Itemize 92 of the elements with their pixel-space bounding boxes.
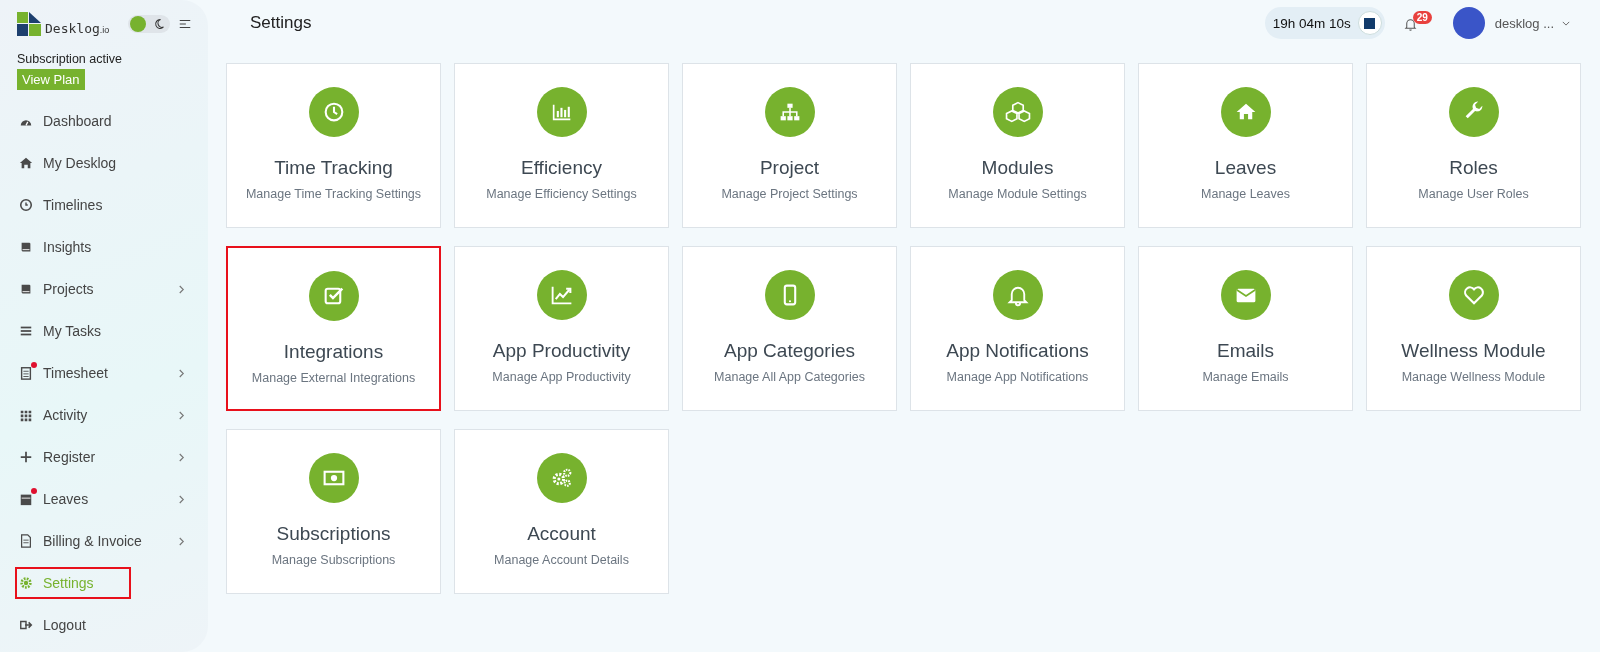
card-subtitle: Manage Wellness Module xyxy=(1401,370,1546,384)
logo-icon xyxy=(17,12,41,36)
settings-card[interactable]: Time Tracking Manage Time Tracking Settings xyxy=(226,63,441,228)
grid-icon xyxy=(19,408,33,422)
sheet-icon xyxy=(19,366,33,380)
nav-item[interactable]: Leaves xyxy=(17,485,189,513)
bar-chart-icon xyxy=(536,87,587,137)
settings-card[interactable]: Subscriptions Manage Subscriptions xyxy=(226,429,441,594)
phone-icon xyxy=(764,270,815,320)
user-name[interactable]: desklog ... xyxy=(1494,15,1554,31)
wrench-icon xyxy=(1448,87,1499,137)
nav-item[interactable]: Projects xyxy=(17,275,189,303)
notification-count: 29 xyxy=(1412,11,1432,24)
settings-card[interactable]: Wellness Module Manage Wellness Module xyxy=(1366,246,1581,411)
caret-icon[interactable] xyxy=(1562,20,1570,26)
theme-toggle[interactable] xyxy=(128,15,171,33)
settings-card[interactable]: Integrations Manage External Integrations xyxy=(226,246,441,411)
banknote-icon xyxy=(308,453,359,503)
list-icon xyxy=(19,324,33,338)
card-title: Modules xyxy=(981,157,1054,179)
card-subtitle: Manage Efficiency Settings xyxy=(486,187,637,201)
nav-item[interactable]: Logout xyxy=(17,611,189,639)
settings-card[interactable]: Modules Manage Module Settings xyxy=(910,63,1125,228)
gear-icon xyxy=(19,576,33,590)
card-title: Project xyxy=(759,157,820,179)
card-title: Leaves xyxy=(1214,157,1277,179)
book-icon xyxy=(19,282,33,296)
nav-item[interactable]: My Tasks xyxy=(17,317,189,345)
clock-icon xyxy=(308,87,359,137)
card-subtitle: Manage Leaves xyxy=(1201,187,1290,201)
card-subtitle: Manage Emails xyxy=(1202,370,1289,384)
nav-item[interactable]: Billing & Invoice xyxy=(17,527,189,555)
bell-icon[interactable] xyxy=(1402,17,1418,32)
line-chart-icon xyxy=(536,270,587,320)
settings-card[interactable]: Roles Manage User Roles xyxy=(1366,63,1581,228)
nav-item[interactable]: Activity xyxy=(17,401,189,429)
nav-item[interactable]: My Desklog xyxy=(17,149,189,177)
bell-icon xyxy=(992,270,1043,320)
plus-icon xyxy=(19,450,33,464)
card-subtitle: Manage Time Tracking Settings xyxy=(245,187,422,201)
card-title: App Notifications xyxy=(946,340,1089,362)
nav-item[interactable]: Timelines xyxy=(17,191,189,219)
card-title: App Categories xyxy=(724,340,855,362)
nav-item[interactable]: Insights xyxy=(17,233,189,261)
settings-card[interactable]: App Notifications Manage App Notifications xyxy=(910,246,1125,411)
hierarchy-icon xyxy=(764,87,815,137)
settings-card[interactable]: App Categories Manage All App Categories xyxy=(682,246,897,411)
settings-card[interactable]: Account Manage Account Details xyxy=(454,429,669,594)
card-title: Subscriptions xyxy=(276,523,391,545)
card-title: Roles xyxy=(1449,157,1498,179)
timer-text: 19h 04m 10s xyxy=(1272,15,1351,31)
card-title: Account xyxy=(527,523,596,545)
settings-card[interactable]: Project Manage Project Settings xyxy=(682,63,897,228)
document-icon xyxy=(19,534,33,548)
cubes-icon xyxy=(992,87,1043,137)
settings-card[interactable]: Emails Manage Emails xyxy=(1138,246,1353,411)
card-title: Efficiency xyxy=(521,157,602,179)
checkbox-icon xyxy=(308,271,359,321)
card-subtitle: Manage User Roles xyxy=(1418,187,1529,201)
card-subtitle: Manage App Productivity xyxy=(492,370,631,384)
card-title: Time Tracking xyxy=(274,157,393,179)
card-title: Integrations xyxy=(283,341,384,363)
clock-icon xyxy=(19,198,33,212)
envelope-icon xyxy=(1220,270,1271,320)
card-subtitle: Manage Module Settings xyxy=(948,187,1087,201)
book-icon xyxy=(19,240,33,254)
subscription-status: Subscription active xyxy=(17,52,123,66)
avatar[interactable] xyxy=(1452,7,1485,39)
card-subtitle: Manage Account Details xyxy=(494,553,629,567)
settings-card[interactable]: Leaves Manage Leaves xyxy=(1138,63,1353,228)
card-subtitle: Manage All App Categories xyxy=(714,370,865,384)
card-title: Wellness Module xyxy=(1401,340,1546,362)
card-subtitle: Manage External Integrations xyxy=(251,371,416,385)
calendar-icon xyxy=(19,492,33,506)
nav-item[interactable]: Timesheet xyxy=(17,359,189,387)
menu-icon[interactable] xyxy=(178,17,193,31)
card-title: App Productivity xyxy=(492,340,631,362)
card-subtitle: Manage Subscriptions xyxy=(271,553,396,567)
page-title: Settings xyxy=(250,13,312,33)
stop-button[interactable] xyxy=(1357,11,1382,35)
card-title: Emails xyxy=(1217,340,1274,362)
settings-card[interactable]: App Productivity Manage App Productivity xyxy=(454,246,669,411)
card-subtitle: Manage Project Settings xyxy=(721,187,858,201)
sign-out-icon xyxy=(19,618,33,632)
nav-item[interactable]: Register xyxy=(17,443,189,471)
nav-item[interactable]: Dashboard xyxy=(17,107,189,135)
settings-card[interactable]: Efficiency Manage Efficiency Settings xyxy=(454,63,669,228)
home-icon xyxy=(19,156,33,170)
home-icon xyxy=(1220,87,1271,137)
moon-icon xyxy=(153,18,166,30)
card-subtitle: Manage App Notifications xyxy=(946,370,1089,384)
brand-name: Desklog.io xyxy=(45,20,110,36)
